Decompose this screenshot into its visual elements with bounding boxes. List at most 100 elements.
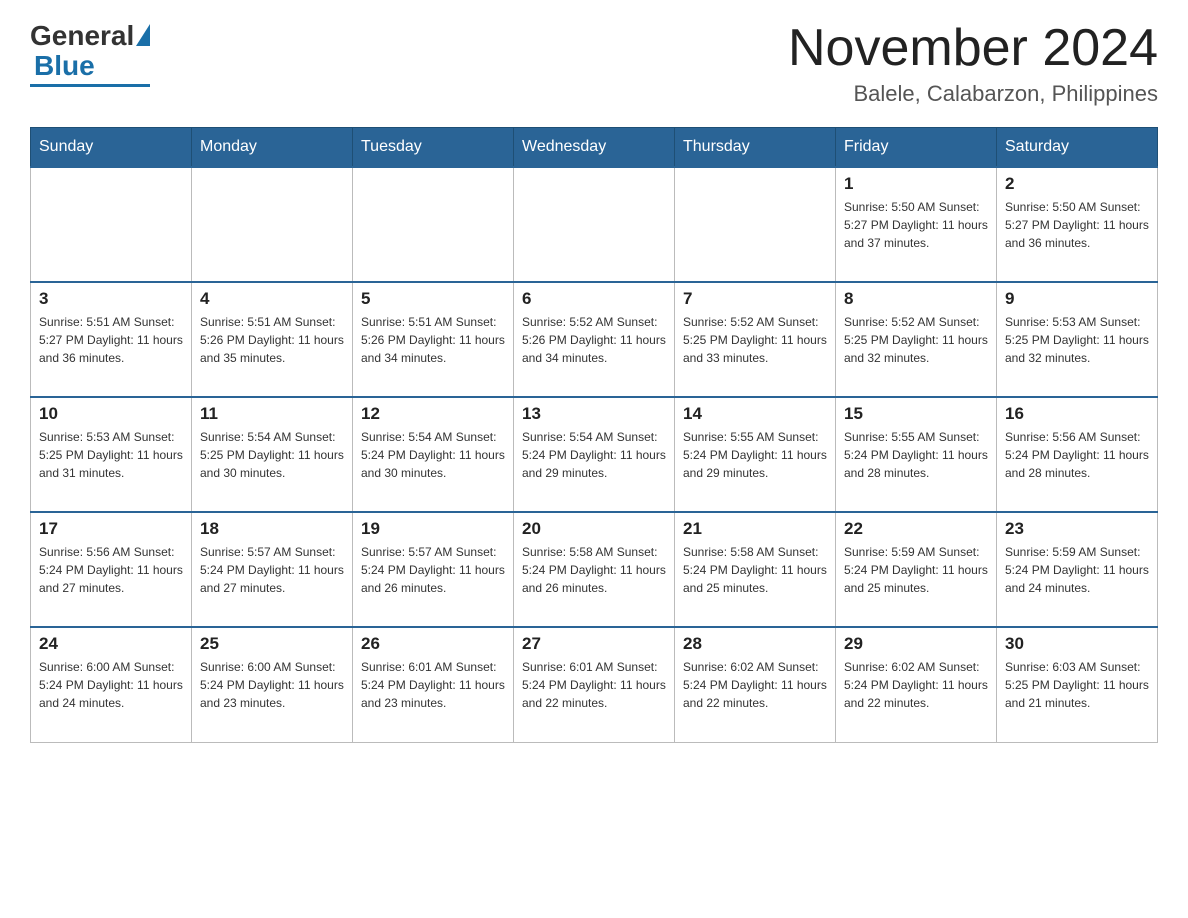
day-info: Sunrise: 5:51 AM Sunset: 5:26 PM Dayligh…: [361, 313, 505, 367]
calendar-table: SundayMondayTuesdayWednesdayThursdayFrid…: [30, 127, 1158, 743]
calendar-cell: 13 Sunrise: 5:54 AM Sunset: 5:24 PM Dayli…: [514, 397, 675, 512]
calendar-cell: 2 Sunrise: 5:50 AM Sunset: 5:27 PM Daylig…: [997, 167, 1158, 282]
day-info: Sunrise: 5:58 AM Sunset: 5:24 PM Dayligh…: [683, 543, 827, 597]
day-info: Sunrise: 5:53 AM Sunset: 5:25 PM Dayligh…: [39, 428, 183, 482]
calendar-cell: [192, 167, 353, 282]
calendar-cell: 20Sunrise: 5:58 AM Sunset: 5:24 PM Dayli…: [514, 512, 675, 627]
day-number: 1: [844, 174, 988, 194]
day-info: Sunrise: 5:51 AM Sunset: 5:26 PM Dayligh…: [200, 313, 344, 367]
calendar-cell: 10 Sunrise: 5:53 AM Sunset: 5:25 PM Dayli…: [31, 397, 192, 512]
calendar-cell: 5 Sunrise: 5:51 AM Sunset: 5:26 PM Daylig…: [353, 282, 514, 397]
page-header: General Blue November 2024 Balele, Calab…: [30, 20, 1158, 107]
day-number: 27: [522, 634, 666, 654]
calendar-cell: 1 Sunrise: 5:50 AM Sunset: 5:27 PM Daylig…: [836, 167, 997, 282]
day-number: 12: [361, 404, 505, 424]
day-number: 6: [522, 289, 666, 309]
calendar-cell: 11Sunrise: 5:54 AM Sunset: 5:25 PM Dayli…: [192, 397, 353, 512]
day-number: 17: [39, 519, 183, 539]
calendar-cell: [353, 167, 514, 282]
day-number: 13: [522, 404, 666, 424]
day-info: Sunrise: 5:57 AM Sunset: 5:24 PM Dayligh…: [200, 543, 344, 597]
day-info: Sunrise: 5:53 AM Sunset: 5:25 PM Dayligh…: [1005, 313, 1149, 367]
day-number: 9: [1005, 289, 1149, 309]
day-info: Sunrise: 6:02 AM Sunset: 5:24 PM Dayligh…: [683, 658, 827, 712]
calendar-cell: 6Sunrise: 5:52 AM Sunset: 5:26 PM Daylig…: [514, 282, 675, 397]
calendar-cell: 30 Sunrise: 6:03 AM Sunset: 5:25 PM Dayli…: [997, 627, 1158, 742]
calendar-cell: 15Sunrise: 5:55 AM Sunset: 5:24 PM Dayli…: [836, 397, 997, 512]
day-number: 10: [39, 404, 183, 424]
day-info: Sunrise: 5:55 AM Sunset: 5:24 PM Dayligh…: [844, 428, 988, 482]
day-number: 5: [361, 289, 505, 309]
week-row-2: 3Sunrise: 5:51 AM Sunset: 5:27 PM Daylig…: [31, 282, 1158, 397]
calendar-cell: 19 Sunrise: 5:57 AM Sunset: 5:24 PM Dayli…: [353, 512, 514, 627]
weekday-header-friday: Friday: [836, 128, 997, 168]
week-row-4: 17 Sunrise: 5:56 AM Sunset: 5:24 PM Dayli…: [31, 512, 1158, 627]
day-number: 28: [683, 634, 827, 654]
weekday-header-tuesday: Tuesday: [353, 128, 514, 168]
day-number: 16: [1005, 404, 1149, 424]
calendar-cell: 18 Sunrise: 5:57 AM Sunset: 5:24 PM Dayli…: [192, 512, 353, 627]
calendar-cell: 23Sunrise: 5:59 AM Sunset: 5:24 PM Dayli…: [997, 512, 1158, 627]
weekday-header-row: SundayMondayTuesdayWednesdayThursdayFrid…: [31, 128, 1158, 168]
week-row-5: 24 Sunrise: 6:00 AM Sunset: 5:24 PM Dayli…: [31, 627, 1158, 742]
logo-underline: [30, 84, 150, 87]
calendar-cell: 29 Sunrise: 6:02 AM Sunset: 5:24 PM Dayli…: [836, 627, 997, 742]
day-number: 30: [1005, 634, 1149, 654]
day-number: 26: [361, 634, 505, 654]
logo-general-text: General: [30, 20, 134, 52]
day-number: 25: [200, 634, 344, 654]
day-info: Sunrise: 6:02 AM Sunset: 5:24 PM Dayligh…: [844, 658, 988, 712]
calendar-cell: 17 Sunrise: 5:56 AM Sunset: 5:24 PM Dayli…: [31, 512, 192, 627]
day-info: Sunrise: 5:57 AM Sunset: 5:24 PM Dayligh…: [361, 543, 505, 597]
calendar-cell: 21 Sunrise: 5:58 AM Sunset: 5:24 PM Dayli…: [675, 512, 836, 627]
day-info: Sunrise: 5:55 AM Sunset: 5:24 PM Dayligh…: [683, 428, 827, 482]
day-info: Sunrise: 6:01 AM Sunset: 5:24 PM Dayligh…: [361, 658, 505, 712]
day-number: 21: [683, 519, 827, 539]
day-info: Sunrise: 5:59 AM Sunset: 5:24 PM Dayligh…: [844, 543, 988, 597]
calendar-cell: 16Sunrise: 5:56 AM Sunset: 5:24 PM Dayli…: [997, 397, 1158, 512]
day-info: Sunrise: 6:03 AM Sunset: 5:25 PM Dayligh…: [1005, 658, 1149, 712]
weekday-header-sunday: Sunday: [31, 128, 192, 168]
weekday-header-wednesday: Wednesday: [514, 128, 675, 168]
calendar-cell: 8 Sunrise: 5:52 AM Sunset: 5:25 PM Daylig…: [836, 282, 997, 397]
day-info: Sunrise: 5:52 AM Sunset: 5:25 PM Dayligh…: [844, 313, 988, 367]
day-number: 23: [1005, 519, 1149, 539]
calendar-cell: [514, 167, 675, 282]
day-info: Sunrise: 6:00 AM Sunset: 5:24 PM Dayligh…: [39, 658, 183, 712]
calendar-cell: 25Sunrise: 6:00 AM Sunset: 5:24 PM Dayli…: [192, 627, 353, 742]
calendar-cell: 27 Sunrise: 6:01 AM Sunset: 5:24 PM Dayli…: [514, 627, 675, 742]
day-info: Sunrise: 5:54 AM Sunset: 5:24 PM Dayligh…: [361, 428, 505, 482]
week-row-1: 1 Sunrise: 5:50 AM Sunset: 5:27 PM Daylig…: [31, 167, 1158, 282]
calendar-cell: 24 Sunrise: 6:00 AM Sunset: 5:24 PM Dayli…: [31, 627, 192, 742]
day-number: 2: [1005, 174, 1149, 194]
day-number: 19: [361, 519, 505, 539]
day-info: Sunrise: 5:51 AM Sunset: 5:27 PM Dayligh…: [39, 313, 183, 367]
day-number: 24: [39, 634, 183, 654]
day-number: 11: [200, 404, 344, 424]
day-info: Sunrise: 5:54 AM Sunset: 5:24 PM Dayligh…: [522, 428, 666, 482]
calendar-cell: 4 Sunrise: 5:51 AM Sunset: 5:26 PM Daylig…: [192, 282, 353, 397]
calendar-cell: 12 Sunrise: 5:54 AM Sunset: 5:24 PM Dayli…: [353, 397, 514, 512]
calendar-cell: [675, 167, 836, 282]
day-number: 29: [844, 634, 988, 654]
calendar-cell: 22Sunrise: 5:59 AM Sunset: 5:24 PM Dayli…: [836, 512, 997, 627]
day-number: 4: [200, 289, 344, 309]
day-info: Sunrise: 5:56 AM Sunset: 5:24 PM Dayligh…: [39, 543, 183, 597]
calendar-cell: 3Sunrise: 5:51 AM Sunset: 5:27 PM Daylig…: [31, 282, 192, 397]
weekday-header-saturday: Saturday: [997, 128, 1158, 168]
day-info: Sunrise: 5:50 AM Sunset: 5:27 PM Dayligh…: [1005, 198, 1149, 252]
day-info: Sunrise: 5:58 AM Sunset: 5:24 PM Dayligh…: [522, 543, 666, 597]
day-info: Sunrise: 5:50 AM Sunset: 5:27 PM Dayligh…: [844, 198, 988, 252]
logo: General Blue: [30, 20, 150, 87]
calendar-cell: 14Sunrise: 5:55 AM Sunset: 5:24 PM Dayli…: [675, 397, 836, 512]
day-number: 18: [200, 519, 344, 539]
calendar-cell: 26 Sunrise: 6:01 AM Sunset: 5:24 PM Dayli…: [353, 627, 514, 742]
day-number: 8: [844, 289, 988, 309]
logo-triangle-icon: [136, 24, 150, 46]
location-title: Balele, Calabarzon, Philippines: [788, 81, 1158, 107]
weekday-header-monday: Monday: [192, 128, 353, 168]
logo-blue-text: Blue: [34, 50, 95, 82]
title-section: November 2024 Balele, Calabarzon, Philip…: [788, 20, 1158, 107]
week-row-3: 10 Sunrise: 5:53 AM Sunset: 5:25 PM Dayli…: [31, 397, 1158, 512]
day-info: Sunrise: 6:01 AM Sunset: 5:24 PM Dayligh…: [522, 658, 666, 712]
